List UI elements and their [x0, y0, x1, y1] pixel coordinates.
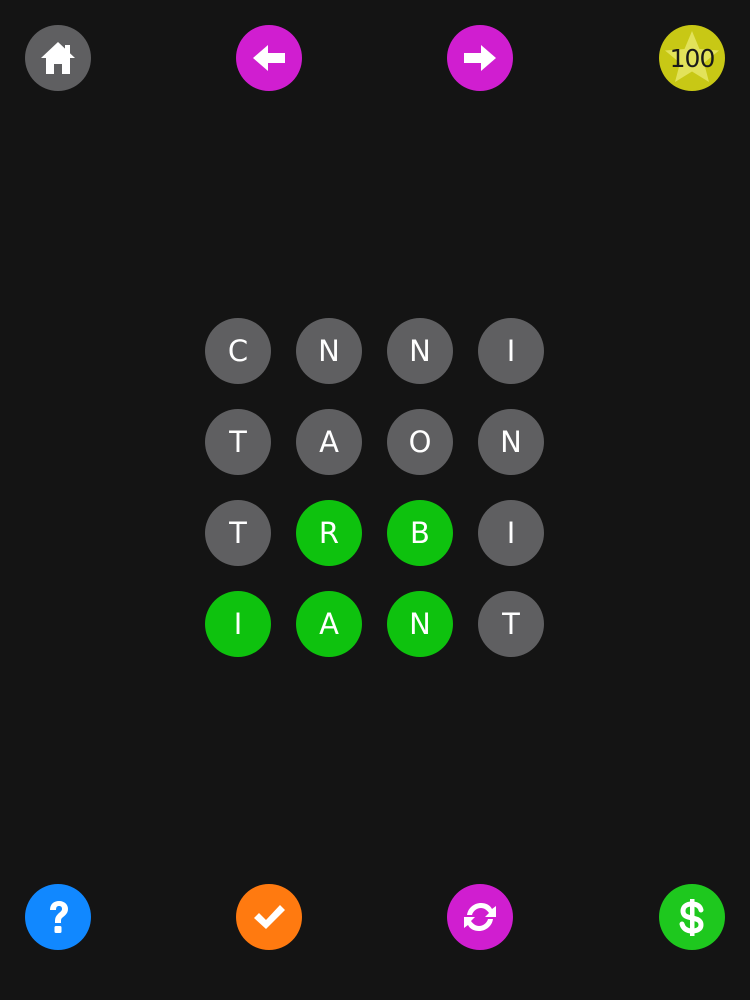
help-button[interactable]: [25, 884, 91, 950]
checkmark-icon: [254, 905, 285, 929]
letter-tile[interactable]: B: [387, 500, 453, 566]
letter-tile[interactable]: I: [205, 591, 271, 657]
letter-tile[interactable]: I: [478, 318, 544, 384]
home-icon: [41, 42, 75, 74]
letter-tile[interactable]: N: [478, 409, 544, 475]
letter-tile[interactable]: T: [205, 409, 271, 475]
letter-tile[interactable]: T: [478, 591, 544, 657]
home-button[interactable]: [25, 25, 91, 91]
letter-tile[interactable]: N: [387, 318, 453, 384]
shuffle-button[interactable]: [447, 884, 513, 950]
letter-tile[interactable]: R: [296, 500, 362, 566]
score-value: 100: [669, 43, 716, 73]
letter-grid: CNNITAONTRBIIANT: [205, 318, 545, 658]
shuffle-icon: [464, 903, 496, 931]
next-level-button[interactable]: [447, 25, 513, 91]
letter-tile[interactable]: I: [478, 500, 544, 566]
letter-tile[interactable]: A: [296, 591, 362, 657]
letter-tile[interactable]: O: [387, 409, 453, 475]
letter-tile[interactable]: N: [296, 318, 362, 384]
score-badge[interactable]: 100: [659, 25, 725, 91]
question-mark-icon: [50, 901, 68, 933]
dollar-icon: [679, 899, 704, 936]
arrow-right-icon: [464, 45, 496, 71]
submit-word-button[interactable]: [236, 884, 302, 950]
previous-level-button[interactable]: [236, 25, 302, 91]
letter-tile[interactable]: T: [205, 500, 271, 566]
letter-tile[interactable]: A: [296, 409, 362, 475]
letter-tile[interactable]: N: [387, 591, 453, 657]
arrow-left-icon: [253, 45, 285, 71]
buy-coins-button[interactable]: [659, 884, 725, 950]
letter-tile[interactable]: C: [205, 318, 271, 384]
